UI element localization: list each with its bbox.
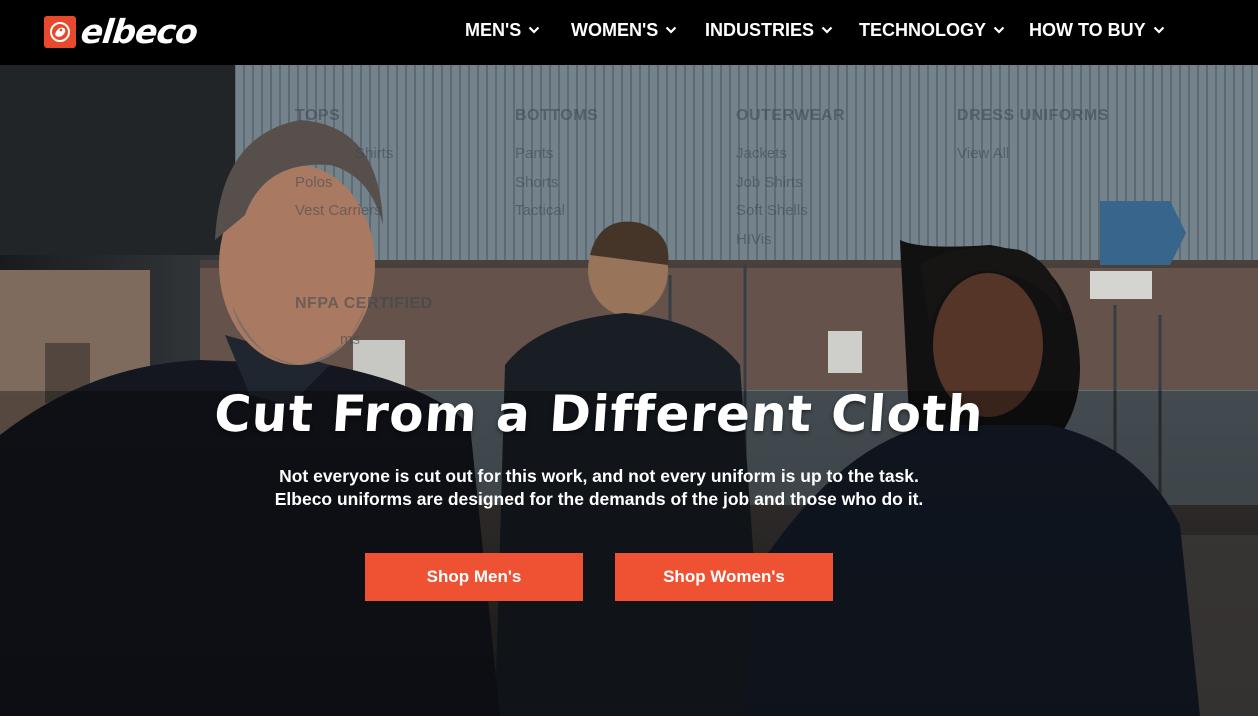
nav-industries-label: INDUSTRIES (705, 19, 815, 40)
nav-how-to-buy[interactable]: HOW TO BUY (1029, 19, 1165, 41)
chevron-down-icon (529, 26, 540, 34)
ghost-heading-outerwear: OUTERWEAR (736, 107, 846, 124)
ghost-item: Tactical (515, 202, 566, 219)
nav-womens-label: WOMEN'S (571, 19, 659, 40)
nav-technology[interactable]: TECHNOLOGY (859, 19, 1005, 41)
ghost-item: Polos (295, 174, 333, 191)
ghost-heading-dress-uniforms: DRESS UNIFORMS (957, 107, 1109, 124)
ghost-item: Jackets (736, 145, 787, 162)
nav-industries[interactable]: INDUSTRIES (705, 19, 833, 41)
ghost-heading-nfpa: NFPA CERTIFIED (295, 295, 433, 312)
hero-subtitle: Not everyone is cut out for this work, a… (0, 465, 1198, 511)
nav-how-to-buy-label: HOW TO BUY (1029, 19, 1146, 40)
logo[interactable]: elbeco (44, 12, 200, 51)
hero-subtitle-line2: Elbeco uniforms are designed for the dem… (274, 489, 924, 509)
nav-technology-label: TECHNOLOGY (859, 19, 987, 40)
hero-section: TOPS Shirts Polos Vest Carriers BOTTOMS … (0, 65, 1258, 716)
hero-subtitle-line1: Not everyone is cut out for this work, a… (279, 466, 919, 486)
ghost-item: Pants (515, 145, 554, 162)
logo-text: elbeco (79, 12, 200, 51)
chevron-down-icon (1153, 26, 1164, 34)
ghost-item: Shirts (355, 145, 394, 162)
ghost-item: HIVis (736, 231, 772, 248)
chevron-down-icon (993, 26, 1005, 34)
shop-womens-button[interactable]: Shop Women's (615, 553, 833, 601)
ghost-item: Job Shirts (736, 174, 803, 191)
ghost-item: View All (957, 145, 1010, 162)
nav-womens[interactable]: WOMEN'S (571, 19, 677, 41)
ghost-item: Soft Shells (736, 202, 808, 219)
chevron-down-icon (666, 26, 677, 34)
ghost-item: Shorts (515, 174, 559, 191)
ghost-item: ms (340, 331, 360, 348)
shop-mens-button[interactable]: Shop Men's (365, 553, 583, 601)
hero-title: Cut From a Different Cloth (212, 385, 986, 443)
ghost-heading-tops: TOPS (295, 107, 341, 124)
nav-mens-label: MEN'S (465, 19, 522, 40)
chevron-down-icon (821, 26, 833, 34)
ghost-item: Vest Carriers (295, 202, 382, 219)
site-header: elbeco MEN'S WOMEN'S INDUSTRIES TECHNOLO… (0, 0, 1258, 65)
nav-mens[interactable]: MEN'S (465, 19, 540, 41)
lion-head-icon (44, 16, 76, 48)
ghost-heading-bottoms: BOTTOMS (515, 107, 599, 124)
